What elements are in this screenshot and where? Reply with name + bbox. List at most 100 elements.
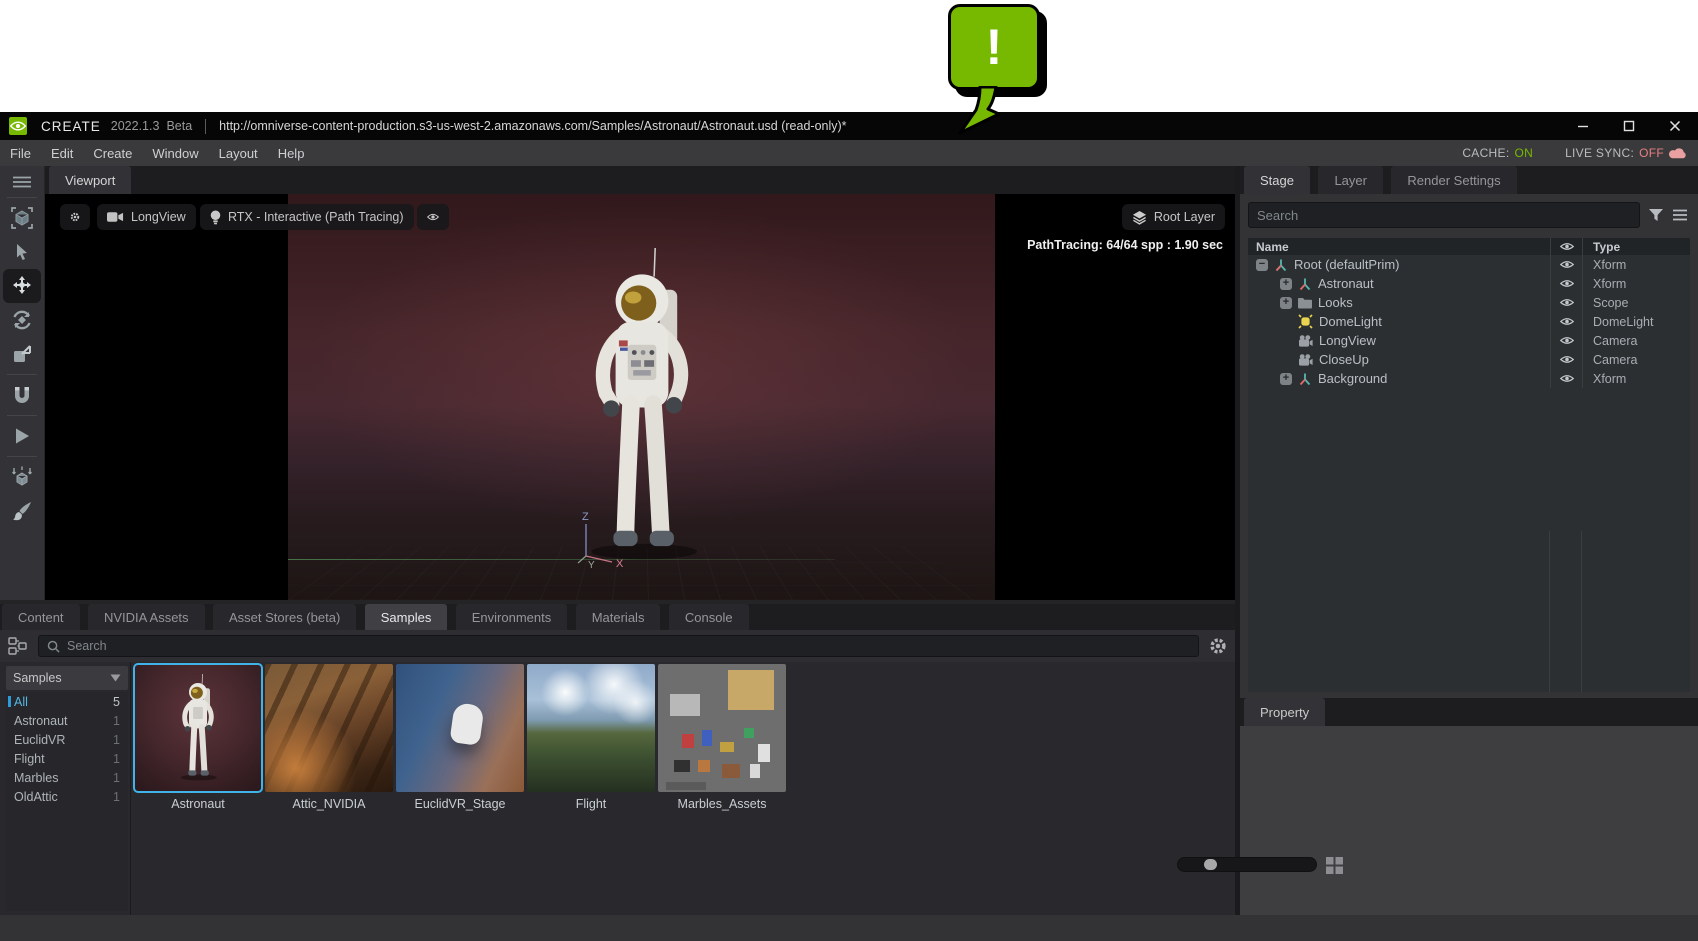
cache-label: CACHE: [1462, 146, 1509, 160]
menu-edit[interactable]: Edit [41, 146, 83, 161]
collapse-icon[interactable] [1256, 259, 1268, 271]
options-menu-icon[interactable] [1672, 209, 1688, 221]
stage-row-closeup[interactable]: CloseUp Camera [1248, 350, 1690, 369]
expand-icon[interactable] [1280, 297, 1292, 309]
root-layer-button[interactable]: Root Layer [1122, 204, 1225, 230]
content-browser-tab-row: Content NVIDIA Assets Asset Stores (beta… [0, 604, 1235, 630]
snap-tool-button[interactable] [3, 378, 41, 412]
tab-render-settings[interactable]: Render Settings [1391, 166, 1516, 194]
menu-window[interactable]: Window [142, 146, 208, 161]
marbles-thumbnail-image [658, 664, 786, 792]
collection-item-oldattic[interactable]: OldAttic 1 [6, 787, 128, 806]
chevron-down-icon [110, 674, 121, 682]
tab-samples[interactable]: Samples [365, 604, 448, 630]
physics-drop-button[interactable] [3, 460, 41, 494]
paint-tool-button[interactable] [3, 494, 41, 528]
visibility-button[interactable] [417, 204, 449, 230]
asset-thumbnail-attic[interactable]: Attic_NVIDIA [264, 664, 394, 811]
expand-icon[interactable] [1280, 278, 1292, 290]
collection-tree-icon[interactable] [8, 637, 28, 655]
asset-thumbnail-marbles[interactable]: Marbles_Assets [657, 664, 787, 811]
grid-view-icon[interactable] [1325, 856, 1344, 875]
visibility-eye-icon[interactable] [1560, 355, 1574, 364]
thumbnail-size-slider[interactable] [1177, 857, 1317, 872]
tab-content[interactable]: Content [2, 604, 80, 630]
render-view[interactable]: Z Y X [288, 194, 995, 600]
stage-search-input[interactable] [1257, 208, 1631, 223]
scale-tool-button[interactable] [3, 337, 41, 371]
collection-item-astronaut[interactable]: Astronaut 1 [6, 711, 128, 730]
collection-item-all[interactable]: All 5 [6, 692, 128, 711]
camera-select-button[interactable]: LongView [97, 204, 196, 230]
tab-layer[interactable]: Layer [1318, 166, 1383, 194]
select-tool-button[interactable] [3, 235, 41, 269]
stage-row-background[interactable]: Background Xform [1248, 369, 1690, 388]
physics-drop-icon [10, 465, 34, 489]
visibility-eye-icon[interactable] [1560, 336, 1574, 345]
tab-console[interactable]: Console [669, 604, 749, 630]
content-settings-gear-icon[interactable] [1209, 637, 1227, 655]
visibility-eye-icon[interactable] [1560, 317, 1574, 326]
tab-nvidia-assets[interactable]: NVIDIA Assets [88, 604, 205, 630]
stage-row-looks[interactable]: Looks Scope [1248, 293, 1690, 312]
visibility-eye-icon[interactable] [1560, 279, 1574, 288]
toolbar-menu-button[interactable] [3, 170, 41, 194]
tab-viewport[interactable]: Viewport [49, 166, 131, 194]
collection-item-euclidvr[interactable]: EuclidVR 1 [6, 730, 128, 749]
tab-stage[interactable]: Stage [1244, 166, 1310, 194]
menu-layout[interactable]: Layout [209, 146, 268, 161]
stage-url: http://omniverse-content-production.s3-u… [219, 119, 846, 133]
play-button[interactable] [3, 419, 41, 453]
stage-search-row [1240, 194, 1698, 236]
asset-thumbnail-flight[interactable]: Flight [526, 664, 656, 811]
frame-selection-button[interactable] [3, 201, 41, 235]
maximize-button[interactable] [1606, 112, 1652, 140]
content-browser-body: Samples All 5 Astronaut [0, 662, 1235, 915]
collection-list: All 5 Astronaut 1 EuclidVR 1 [6, 692, 128, 911]
close-icon [1669, 120, 1681, 132]
stage-row-root[interactable]: Root (defaultPrim) Xform [1248, 255, 1690, 274]
close-button[interactable] [1652, 112, 1698, 140]
visibility-eye-icon[interactable] [1560, 260, 1574, 269]
collection-item-marbles[interactable]: Marbles 1 [6, 768, 128, 787]
stage-search-box[interactable] [1248, 202, 1640, 228]
minimize-button[interactable] [1560, 112, 1606, 140]
slider-knob[interactable] [1204, 859, 1217, 870]
stage-row-domelight[interactable]: DomeLight DomeLight [1248, 312, 1690, 331]
svg-text:Y: Y [588, 560, 595, 570]
expand-icon[interactable] [1280, 373, 1292, 385]
dome-light-icon [1298, 314, 1313, 329]
tab-asset-stores[interactable]: Asset Stores (beta) [213, 604, 356, 630]
tab-environments[interactable]: Environments [456, 604, 567, 630]
content-search-box[interactable] [38, 635, 1199, 657]
collection-dropdown[interactable]: Samples [6, 666, 128, 690]
astronaut-thumbnail-image [134, 664, 262, 792]
viewport-settings-button[interactable] [60, 204, 90, 230]
menu-file[interactable]: File [0, 146, 41, 161]
stage-row-astronaut[interactable]: Astronaut Xform [1248, 274, 1690, 293]
nvidia-logo-icon [9, 117, 27, 135]
euclidvr-thumbnail-image [396, 664, 524, 792]
move-icon [10, 274, 34, 298]
move-tool-button[interactable] [3, 269, 41, 303]
content-search-input[interactable] [67, 639, 1190, 653]
app-title: CREATE [41, 119, 101, 134]
search-icon [47, 640, 60, 653]
visibility-eye-icon[interactable] [1560, 298, 1574, 307]
viewport-canvas[interactable]: Z Y X [45, 194, 1235, 600]
live-sync-cloud-icon[interactable] [1669, 147, 1688, 159]
rotate-tool-button[interactable] [3, 303, 41, 337]
stage-row-longview[interactable]: LongView Camera [1248, 331, 1690, 350]
renderer-select-button[interactable]: RTX - Interactive (Path Tracing) [200, 204, 414, 230]
menu-help[interactable]: Help [268, 146, 315, 161]
tab-materials[interactable]: Materials [576, 604, 661, 630]
collection-item-flight[interactable]: Flight 1 [6, 749, 128, 768]
asset-thumbnail-astronaut[interactable]: Astronaut [133, 664, 263, 811]
filter-funnel-icon[interactable] [1649, 209, 1663, 221]
stage-tree: Root (defaultPrim) Xform [1248, 255, 1690, 531]
render-stats: PathTracing: 64/64 spp : 1.90 sec [1027, 238, 1223, 252]
visibility-eye-icon[interactable] [1560, 374, 1574, 383]
asset-thumbnail-euclidvr[interactable]: EuclidVR_Stage [395, 664, 525, 811]
tab-property[interactable]: Property [1244, 698, 1325, 726]
menu-create[interactable]: Create [83, 146, 142, 161]
